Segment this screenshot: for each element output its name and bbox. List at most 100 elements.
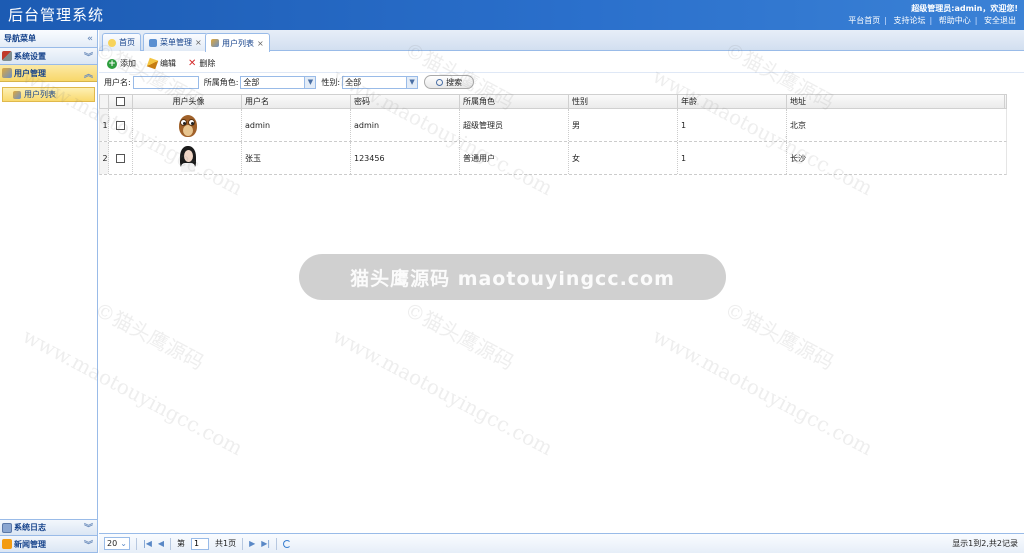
column-header[interactable]: 性别 [569,95,678,108]
link-home[interactable]: 平台首页 [848,16,880,25]
password-cell: admin [351,109,460,141]
panel-label: 用户管理 [14,68,46,78]
chevron-down-icon[interactable]: ▼ [406,76,418,88]
username-cell: 张玉 [242,142,351,174]
panel-system-settings[interactable]: 系统设置 ︾ [0,48,97,65]
page-number-input[interactable] [191,537,210,550]
row-checkbox[interactable] [116,153,125,163]
page-size-select[interactable]: 20 ⌄ [104,537,130,550]
chevron-down-icon: ⌄ [120,539,127,548]
gender-select[interactable]: 全部 ▼ [342,75,419,89]
users-icon [2,68,12,78]
page-total: 共1页 [215,539,237,548]
panel-label: 系统设置 [14,51,46,61]
delete-button[interactable]: ✕ 删除 [188,58,215,69]
username-input[interactable] [132,75,199,89]
log-icon [2,522,12,533]
collapse-left-icon[interactable]: « [87,34,93,44]
watermark-banner: 猫头鹰源码 maotouyingcc.com [299,254,726,300]
close-icon[interactable]: × [195,38,202,47]
owl-avatar [176,111,200,139]
plus-icon: + [107,58,117,69]
row-number: 2 [100,142,109,174]
address-cell: 长沙 [790,153,806,163]
header-links: 平台首页 | 支持论坛 | 帮助中心 | 安全退出 [848,16,1016,25]
role-label: 所属角色: [203,77,239,87]
column-header[interactable]: 地址 [787,95,1005,108]
row-checkbox[interactable] [116,120,125,130]
select-all-checkbox[interactable] [116,97,125,106]
age-cell: 1 [678,109,787,141]
last-page-icon[interactable]: ▶| [261,539,270,548]
column-header[interactable]: 用户头像 [133,95,242,108]
role-cell: 普通用户 [460,142,569,174]
row-checkbox-cell [109,109,133,141]
pagination-bar: 20 ⌄ |◀ ◀ 第 共1页 ▶ ▶| 显示1到2,共2记录 [99,533,1024,553]
search-bar: 用户名: 所属角色: 全部 ▼ 性别: 全部 ▼ 搜索 [99,73,1024,91]
tab-label: 菜单管理 [160,38,192,47]
first-page-icon[interactable]: |◀ [143,539,152,548]
add-button[interactable]: + 添加 [107,58,136,69]
rss-icon [2,539,12,549]
gender-cell: 女 [569,142,678,174]
sidebar-item-label: 用户列表 [24,90,56,99]
chevron-down-icon[interactable]: ︾ [84,521,93,534]
role-value: 全部 [243,77,260,87]
panel-system-log[interactable]: 系统日志 ︾ [0,519,97,536]
edit-button[interactable]: 编辑 [146,57,176,70]
next-page-icon[interactable]: ▶ [249,539,255,548]
page-prefix: 第 [177,539,186,548]
link-forum[interactable]: 支持论坛 [894,16,926,25]
header-checkbox-cell [109,95,133,108]
link-help[interactable]: 帮助中心 [939,16,971,25]
panel-label: 系统日志 [14,523,46,532]
age-cell: 1 [678,142,787,174]
role-select[interactable]: 全部 ▼ [240,75,317,89]
lightbulb-icon [108,38,116,47]
link-logout[interactable]: 安全退出 [984,16,1016,25]
role-cell: 超级管理员 [460,109,569,141]
column-header[interactable]: 密码 [351,95,460,108]
record-info: 显示1到2,共2记录 [952,539,1018,548]
search-icon [436,78,444,86]
row-checkbox-cell [109,142,133,174]
nav-bottom-panels: 系统日志 ︾ 新闻管理 ︾ [0,519,97,553]
table-header: 用户头像 用户名 密码 所属角色 性别 年龄 地址 [99,94,1007,109]
chevron-down-icon[interactable]: ︾ [84,538,93,551]
tab-bar: 首页 菜单管理 × 用户列表 × [99,30,1024,52]
delete-label: 删除 [199,59,216,68]
panel-label: 新闻管理 [14,539,46,549]
password-cell: 123456 [351,142,460,174]
user-management-items: 用户列表 [0,82,97,534]
panel-user-management[interactable]: 用户管理 ︽ [0,65,97,82]
tab-home[interactable]: 首页 [102,33,141,51]
tab-menu-management[interactable]: 菜单管理 × [143,33,208,51]
column-header[interactable]: 所属角色 [460,95,569,108]
refresh-icon[interactable] [283,539,292,548]
chevron-down-icon[interactable]: ▼ [304,76,316,88]
app-title: 后台管理系统 [8,6,105,24]
chevron-up-icon[interactable]: ︽ [84,67,93,80]
header-row-number [100,95,109,108]
tab-label: 首页 [119,38,135,47]
prev-page-icon[interactable]: ◀ [158,539,164,548]
search-button[interactable]: 搜索 [424,75,475,89]
girl-avatar [176,144,200,172]
tab-label: 用户列表 [222,38,254,48]
user-table: 用户头像 用户名 密码 所属角色 性别 年龄 地址 1 admin admin … [99,94,1007,175]
column-header[interactable]: 用户名 [242,95,351,108]
gender-cell: 男 [569,109,678,141]
column-header[interactable]: 年龄 [678,95,787,108]
table-row[interactable]: 1 admin admin 超级管理员 男 1 北京 [99,109,1007,142]
tab-user-list[interactable]: 用户列表 × [205,33,270,52]
sidebar-nav: 导航菜单 « 系统设置 ︾ 用户管理 ︽ 用户列表 系统日志 ︾ 新闻管理 ︾ [0,30,98,553]
add-label: 添加 [120,59,136,68]
gender-label: 性别: [321,77,341,87]
panel-news-management[interactable]: 新闻管理 ︾ [0,536,97,553]
users-icon [13,90,21,99]
table-row[interactable]: 2 张玉 123456 普通用户 女 1 长沙 [99,142,1007,175]
sidebar-item-user-list[interactable]: 用户列表 [2,87,95,102]
users-icon [211,39,219,47]
close-icon[interactable]: × [257,39,264,48]
chevron-down-icon[interactable]: ︾ [84,50,93,63]
